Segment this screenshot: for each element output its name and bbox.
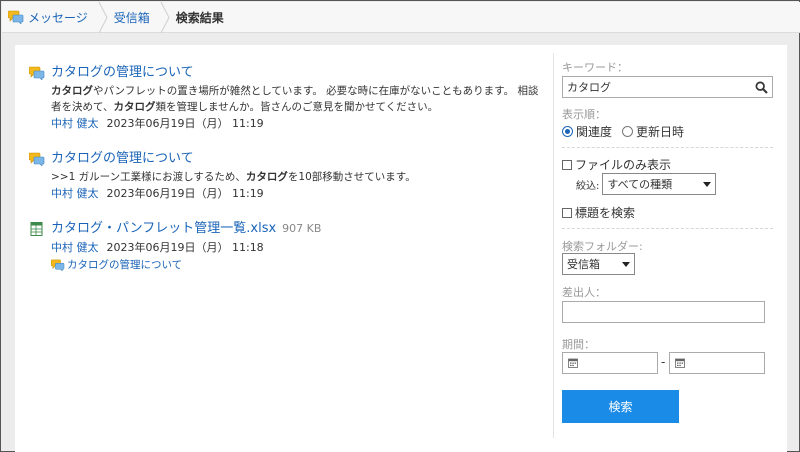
result-title[interactable]: カタログ・パンフレット管理一覧.xlsx <box>51 221 276 236</box>
result-meta: 中村 健太 2023年06月19日（月） 11:19 <box>51 185 539 203</box>
sidebar-divider <box>553 53 554 438</box>
spreadsheet-file-icon <box>30 222 43 236</box>
breadcrumb-separator <box>98 1 108 33</box>
order-relevance-radio[interactable] <box>562 126 573 137</box>
result-item: カタログ・パンフレット管理一覧.xlsx 907 KB 中村 健太 2023年06月… <box>29 219 539 273</box>
calendar-icon[interactable] <box>568 358 578 368</box>
search-icon[interactable] <box>755 81 768 94</box>
file-type-select[interactable]: すべての種類 <box>602 173 717 195</box>
folder-label: 検索フォルダー: <box>562 240 643 253</box>
file-size: 907 KB <box>282 222 322 235</box>
folder-select[interactable]: 受信箱 <box>562 253 635 275</box>
result-title[interactable]: カタログの管理について <box>51 149 539 169</box>
divider <box>562 228 773 229</box>
search-titles-checkbox[interactable] <box>562 207 572 218</box>
folder-value: 受信箱 <box>567 258 600 271</box>
order-label: 表示順： <box>562 108 606 121</box>
breadcrumb-messages-link[interactable]: メッセージ <box>28 9 88 26</box>
message-icon <box>8 10 24 24</box>
search-titles-option[interactable]: 標題を検索 <box>562 204 635 221</box>
breadcrumb-inbox-link[interactable]: 受信箱 <box>114 9 150 26</box>
order-updated-radio[interactable] <box>622 126 634 137</box>
chevron-down-icon <box>622 261 630 267</box>
order-updated-label[interactable]: 更新日時 <box>636 123 684 140</box>
sender-input[interactable] <box>562 301 765 323</box>
breadcrumb-messages[interactable]: メッセージ <box>2 2 98 33</box>
period-label: 期間： <box>562 338 595 351</box>
file-type-value: すべての種類 <box>607 178 673 191</box>
result-author[interactable]: 中村 健太 <box>51 117 99 130</box>
keyword-value: カタログ <box>567 81 611 94</box>
order-options: 関連度 更新日時 <box>562 123 684 140</box>
breadcrumb-current: 検索結果 <box>175 10 224 25</box>
breadcrumb-inbox[interactable]: 受信箱 <box>108 2 160 33</box>
period-end-input[interactable] <box>669 352 765 374</box>
result-date: 2023年06月19日（月） 11:19 <box>106 117 264 130</box>
result-meta: 中村 健太 2023年06月19日（月） 11:18 <box>51 239 539 257</box>
result-snippet: >>1 ガルーン工業様にお渡しするため、カタログを10部移動させています。 <box>51 171 416 183</box>
message-icon <box>29 152 45 166</box>
keyword-input[interactable]: カタログ <box>562 76 773 98</box>
period-start-input[interactable] <box>562 352 658 374</box>
breadcrumb-separator <box>160 1 170 33</box>
narrow-label: 絞込: <box>576 180 600 192</box>
sender-label: 差出人： <box>562 286 606 299</box>
result-meta: 中村 健太 2023年06月19日（月） 11:19 <box>51 115 539 133</box>
result-title[interactable]: カタログの管理について <box>51 63 539 83</box>
attached-message-title[interactable]: カタログの管理について <box>67 257 182 273</box>
attached-message-link[interactable]: カタログの管理について <box>51 257 539 273</box>
calendar-icon[interactable] <box>675 358 685 368</box>
main-panel: カタログの管理について カタログやパンフレットの置き場所が雑然としています。 必… <box>15 45 787 452</box>
breadcrumb: メッセージ 受信箱 検索結果 <box>2 1 800 33</box>
files-only-option[interactable]: ファイルのみ表示 <box>562 156 671 173</box>
chevron-down-icon <box>703 181 712 187</box>
search-results: カタログの管理について カタログやパンフレットの置き場所が雑然としています。 必… <box>29 63 539 289</box>
result-date: 2023年06月19日（月） 11:19 <box>106 187 264 200</box>
window: メッセージ 受信箱 検索結果 カタログの管理について カタログやパンフレットの置… <box>0 0 800 452</box>
files-only-label[interactable]: ファイルのみ表示 <box>575 156 671 173</box>
search-button[interactable]: 検索 <box>562 390 679 423</box>
period-dash: - <box>661 355 666 369</box>
message-icon <box>29 66 45 80</box>
result-title-row: カタログ・パンフレット管理一覧.xlsx 907 KB <box>51 219 539 239</box>
order-relevance-label[interactable]: 関連度 <box>576 123 612 140</box>
result-item: カタログの管理について >>1 ガルーン工業様にお渡しするため、カタログを10部… <box>29 149 539 203</box>
result-snippet: カタログやパンフレットの置き場所が雑然としています。 必要な時に在庫がないことも… <box>51 85 539 113</box>
result-author[interactable]: 中村 健太 <box>51 241 99 254</box>
search-titles-label[interactable]: 標題を検索 <box>575 204 635 221</box>
divider <box>562 147 773 148</box>
result-item: カタログの管理について カタログやパンフレットの置き場所が雑然としています。 必… <box>29 63 539 133</box>
narrow-row: 絞込: すべての種類 <box>576 173 717 195</box>
files-only-checkbox[interactable] <box>562 159 572 170</box>
keyword-label: キーワード： <box>562 61 628 74</box>
result-author[interactable]: 中村 健太 <box>51 187 99 200</box>
message-icon <box>51 259 65 271</box>
result-date: 2023年06月19日（月） 11:18 <box>106 241 264 254</box>
